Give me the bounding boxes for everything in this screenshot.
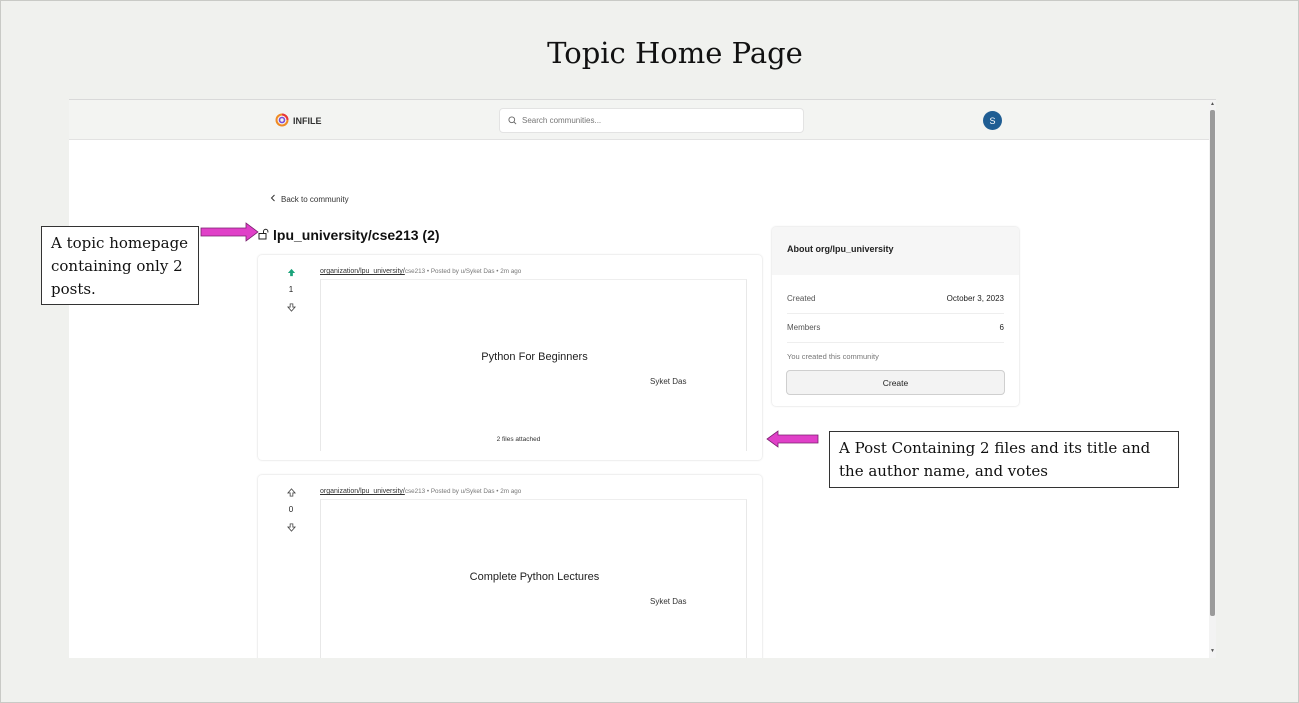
search-icon [508,112,517,130]
slide-title: Topic Home Page [547,36,803,70]
back-to-community-link[interactable]: Back to community [270,194,349,204]
post-author: Syket Das [650,597,687,606]
vote-column: 1 [285,267,297,312]
about-title: About org/lpu_university [772,227,1019,275]
creator-note: You created this community [787,352,879,361]
annotation-arrow-right [200,222,259,242]
topic-heading: lpu_university/cse213 (2) [258,227,440,243]
scroll-up-icon[interactable]: ▲ [1210,101,1215,107]
annotation-post-note: A Post Containing 2 files and its title … [829,431,1179,488]
create-button[interactable]: Create [786,370,1005,395]
about-created-row: Created October 3, 2023 [787,294,1004,314]
members-value: 6 [999,323,1004,332]
vote-column: 0 [285,487,297,532]
chevron-left-icon [270,194,276,204]
post-card[interactable]: 0 organization/lpu_university/cse213 • P… [258,475,762,658]
search-input[interactable] [522,116,792,125]
post-card[interactable]: 1 organization/lpu_university/cse213 • P… [258,255,762,460]
annotation-topic-note: A topic homepage containing only 2 posts… [41,226,199,305]
upvote-icon[interactable] [286,487,296,497]
post-org-link[interactable]: organization/lpu_university/ [320,488,405,495]
created-label: Created [787,294,816,303]
post-meta: organization/lpu_university/cse213 • Pos… [320,488,521,495]
post-meta-text: cse213 • Posted by u/Syket Das • 2m ago [404,488,522,495]
post-meta: organization/lpu_university/cse213 • Pos… [320,268,521,275]
logo-text: INFILE [293,116,322,126]
about-community-card: About org/lpu_university Created October… [772,227,1019,406]
user-avatar[interactable]: S [983,111,1002,130]
scroll-down-icon[interactable]: ▼ [1210,648,1215,654]
members-label: Members [787,323,821,332]
downvote-icon[interactable] [286,522,296,532]
top-navbar: INFILE S [69,100,1209,140]
logo-icon [275,113,289,129]
created-value: October 3, 2023 [946,294,1004,303]
post-org-link[interactable]: organization/lpu_university/ [320,268,405,275]
post-title: Complete Python Lectures [469,571,600,583]
post-title: Python For Beginners [481,351,588,363]
back-link-label: Back to community [281,194,349,204]
vote-count: 0 [288,505,294,514]
about-members-row: Members 6 [787,323,1004,343]
topic-title: lpu_university/cse213 (2) [273,227,440,243]
post-meta-text: cse213 • Posted by u/Syket Das • 2m ago [404,268,522,275]
app-screenshot: INFILE S ▲ ▼ Back to community lpu_unive… [69,99,1216,658]
logo[interactable]: INFILE [275,113,322,129]
post-files-count: 2 files attached [496,436,541,443]
scrollbar-thumb[interactable] [1210,110,1215,616]
vote-count: 1 [288,285,294,294]
annotation-arrow-left [766,430,819,448]
upvote-icon[interactable] [286,267,296,277]
search-box[interactable] [499,108,804,133]
post-body[interactable]: Python For Beginners Syket Das 2 files a… [320,279,747,451]
downvote-icon[interactable] [286,302,296,312]
post-body[interactable]: Complete Python Lectures Syket Das [320,499,747,658]
post-author: Syket Das [650,377,687,386]
